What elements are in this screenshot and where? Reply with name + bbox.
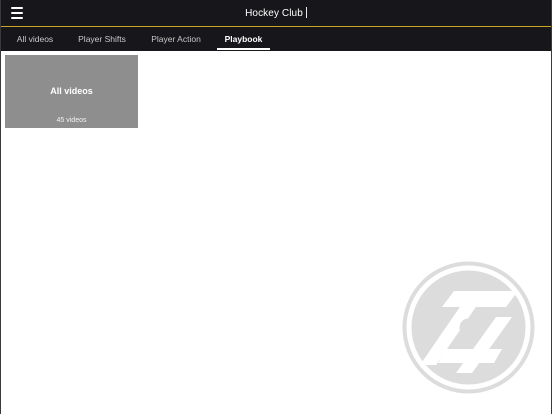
page-title-text: Hockey Club — [245, 8, 303, 19]
tab-playbook[interactable]: Playbook — [217, 27, 270, 51]
page-title: Hockey Club — [1, 7, 551, 20]
card-title: All videos — [50, 86, 93, 96]
card-video-count: 45 videos — [56, 117, 87, 124]
tab-player-shifts[interactable]: Player Shifts — [77, 27, 127, 51]
tab-player-action[interactable]: Player Action — [150, 27, 202, 51]
text-caret — [305, 7, 307, 18]
club-logo-watermark-icon — [402, 261, 535, 394]
app-window: Hockey Club All videos Player Shifts Pla… — [0, 0, 552, 414]
video-folder-card[interactable]: All videos 45 videos — [5, 55, 138, 128]
tab-all-videos[interactable]: All videos — [16, 27, 54, 51]
tab-bar: All videos Player Shifts Player Action P… — [1, 27, 551, 51]
top-bar: Hockey Club — [1, 0, 551, 27]
